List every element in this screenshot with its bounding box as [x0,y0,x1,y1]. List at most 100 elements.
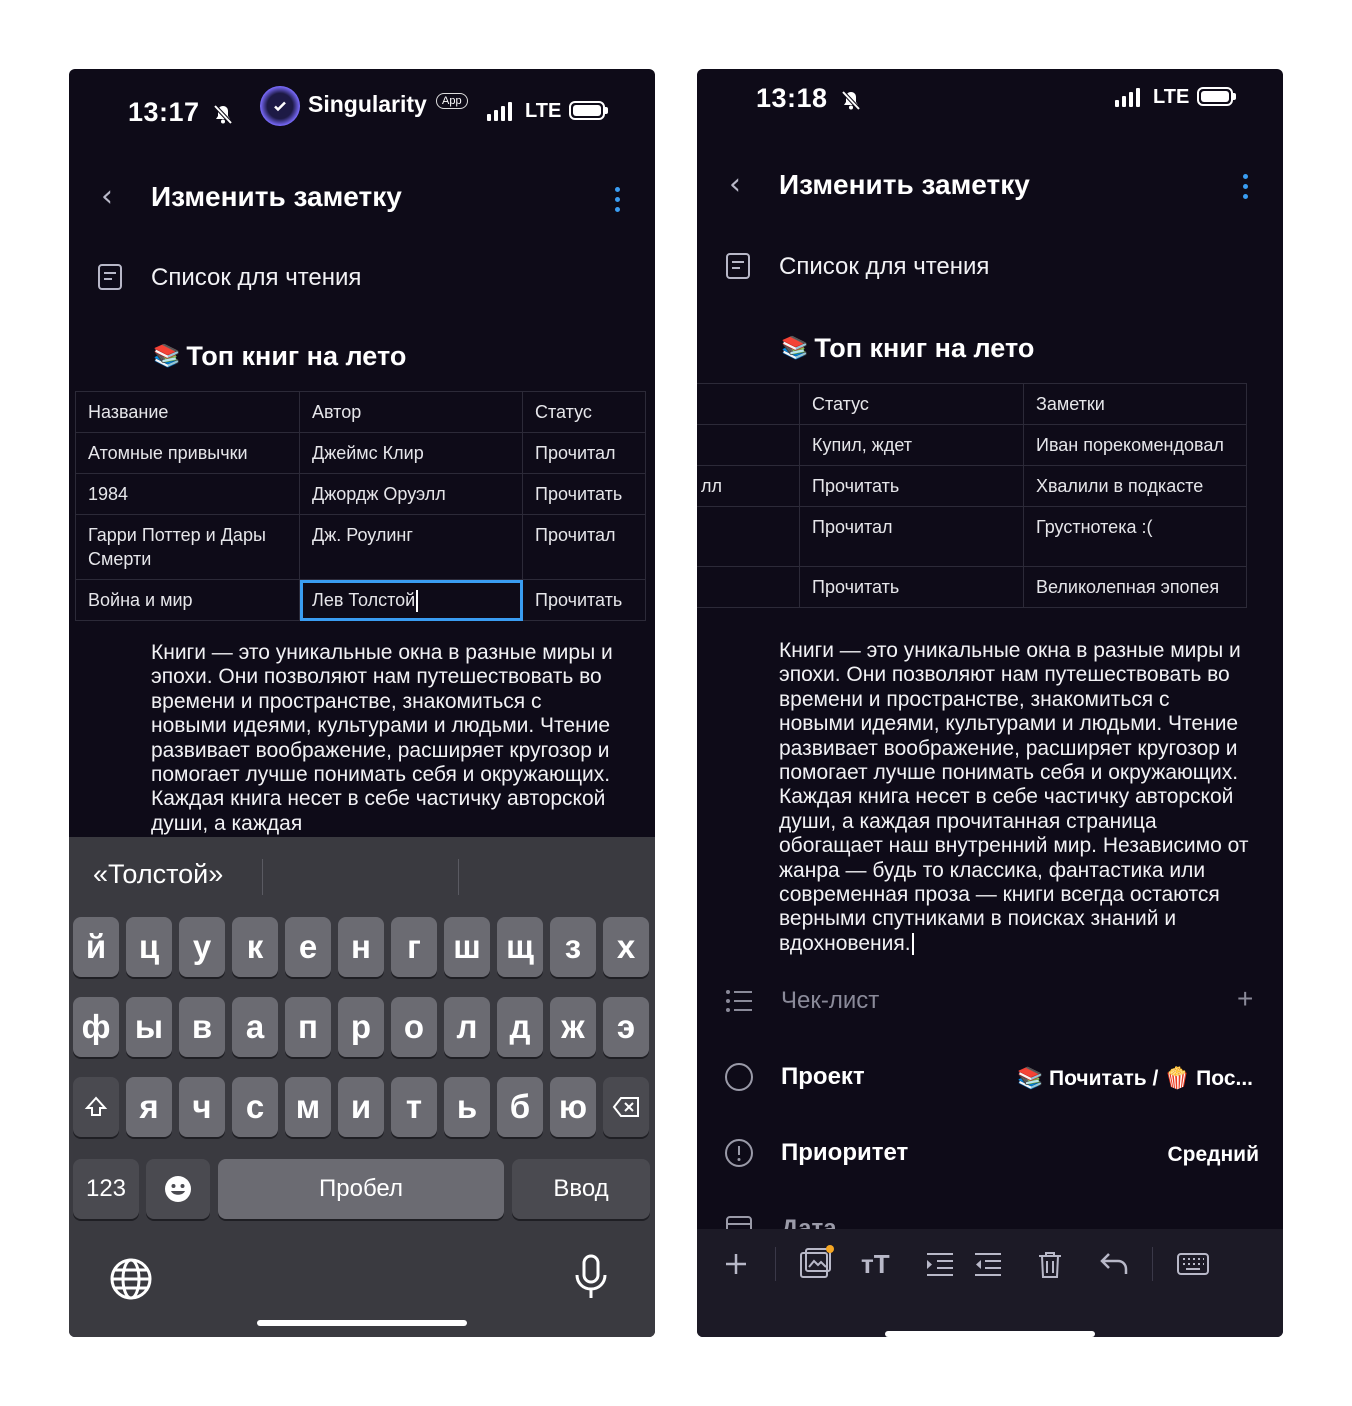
add-block-icon[interactable] [723,1251,749,1277]
autocomplete-suggestion[interactable]: «Толстой» [93,859,223,890]
key-т[interactable]: т [391,1077,437,1137]
circle-icon[interactable] [724,1062,754,1092]
note-heading[interactable]: 📚 Топ книг на лето [153,341,406,372]
key-ф[interactable]: ф [73,997,119,1057]
table-cell[interactable]: Прочитал [522,514,646,580]
note-heading[interactable]: 📚 Топ книг на лето [781,333,1034,364]
table-cell[interactable]: Атомные привычки [75,432,300,474]
table-cell[interactable]: Гарри Поттер и Дары Смерти [75,514,300,580]
table-cell[interactable] [697,506,800,567]
key-ь[interactable]: ь [444,1077,490,1137]
table-cell[interactable]: Грустнотека :( [1023,506,1247,567]
key-в[interactable]: в [179,997,225,1057]
table-cell[interactable]: Статус [522,391,646,433]
key-м[interactable]: м [285,1077,331,1137]
table-cell[interactable]: 1984 [75,473,300,515]
key-л[interactable]: л [444,997,490,1057]
table-cell[interactable]: Статус [799,383,1024,425]
key-а[interactable]: а [232,997,278,1057]
home-indicator[interactable] [257,1320,467,1326]
key-ч[interactable]: ч [179,1077,225,1137]
key-й[interactable]: й [73,917,119,977]
table-cell[interactable]: Война и мир [75,578,300,622]
emoji-key[interactable] [146,1159,210,1219]
key-е[interactable]: е [285,917,331,977]
table-cell[interactable] [697,383,800,425]
table-cell[interactable]: Прочитать [799,566,1024,608]
key-щ[interactable]: щ [497,917,543,977]
enter-key[interactable]: Ввод [512,1159,650,1219]
table-cell[interactable]: Иван порекомендовал [1023,424,1247,466]
numbers-key[interactable]: 123 [73,1159,139,1219]
key-б[interactable]: б [497,1077,543,1137]
back-button[interactable]: ‹ [101,179,113,214]
key-х[interactable]: х [603,917,649,977]
key-ж[interactable]: ж [550,997,596,1057]
table-cell[interactable]: Заметки [1023,383,1247,425]
key-с[interactable]: с [232,1077,278,1137]
table-cell[interactable]: Прочитать [799,465,1024,507]
key-я[interactable]: я [126,1077,172,1137]
checklist-label[interactable]: Чек-лист [781,987,879,1015]
back-button[interactable]: ‹ [729,167,741,202]
key-д[interactable]: д [497,997,543,1057]
shift-key[interactable] [73,1077,119,1137]
backspace-key[interactable] [603,1077,649,1137]
more-menu-icon[interactable] [1243,174,1249,204]
outdent-icon[interactable] [973,1251,1003,1279]
key-о[interactable]: о [391,997,437,1057]
table-cell[interactable]: Джордж Оруэлл [299,473,523,515]
key-э[interactable]: э [603,997,649,1057]
key-п[interactable]: п [285,997,331,1057]
table-cell[interactable]: Прочитать [522,578,646,622]
text-size-icon[interactable]: тT [861,1249,890,1280]
home-indicator[interactable] [885,1331,1095,1337]
key-ю[interactable]: ю [550,1077,596,1137]
table-cell-editing[interactable]: Лев Толстой [299,578,523,622]
image-insert-icon[interactable] [799,1245,835,1281]
table-cell[interactable] [697,566,800,608]
key-г[interactable]: г [391,917,437,977]
project-value[interactable]: 📚 Почитать / 🍿 Пос... [1017,1067,1253,1091]
undo-icon[interactable] [1099,1251,1129,1277]
date-row[interactable]: Дата [697,1209,1283,1229]
list-name[interactable]: Список для чтения [151,264,361,292]
note-body-text[interactable]: Книги — это уникальные окна в разные мир… [151,641,621,835]
note-list-icon[interactable] [97,263,123,291]
key-и[interactable]: и [338,1077,384,1137]
key-ц[interactable]: ц [126,917,172,977]
globe-icon[interactable] [109,1257,153,1301]
table-cell[interactable]: Хвалили в подкасте [1023,465,1247,507]
key-у[interactable]: у [179,917,225,977]
indent-icon[interactable] [925,1251,955,1279]
table-cell[interactable]: Автор [299,391,523,433]
note-list-icon[interactable] [725,252,751,280]
table-cell[interactable] [697,424,800,466]
table-cell[interactable]: Купил, ждет [799,424,1024,466]
more-menu-icon[interactable] [615,187,621,217]
space-key[interactable]: Пробел [218,1159,504,1219]
books-table[interactable]: Название Автор Статус Атомные привычки Д… [75,391,646,622]
singularity-app-icon[interactable] [260,86,300,126]
table-cell[interactable]: Дж. Роулинг [299,514,523,580]
delete-icon[interactable] [1037,1251,1063,1279]
table-cell[interactable]: Прочитать [522,473,646,515]
keyboard-hide-icon[interactable] [1177,1253,1209,1275]
table-cell[interactable]: Великолепная эпопея [1023,566,1247,608]
key-к[interactable]: к [232,917,278,977]
books-table-scrolled[interactable]: Статус Заметки Купил, ждет Иван порекоме… [697,383,1247,608]
add-checklist-button[interactable]: + [1237,983,1253,1015]
key-з[interactable]: з [550,917,596,977]
note-body-text[interactable]: Книги — это уникальные окна в разные мир… [779,639,1249,956]
key-р[interactable]: р [338,997,384,1057]
table-cell[interactable]: Прочитал [522,432,646,474]
key-ы[interactable]: ы [126,997,172,1057]
key-ш[interactable]: ш [444,917,490,977]
table-cell[interactable]: Название [75,391,300,433]
list-name[interactable]: Список для чтения [779,253,989,281]
table-cell[interactable]: Прочитал [799,506,1024,567]
key-н[interactable]: н [338,917,384,977]
table-cell[interactable]: Джеймс Клир [299,432,523,474]
table-cell[interactable]: лл [697,465,800,507]
priority-value[interactable]: Средний [1167,1143,1259,1167]
